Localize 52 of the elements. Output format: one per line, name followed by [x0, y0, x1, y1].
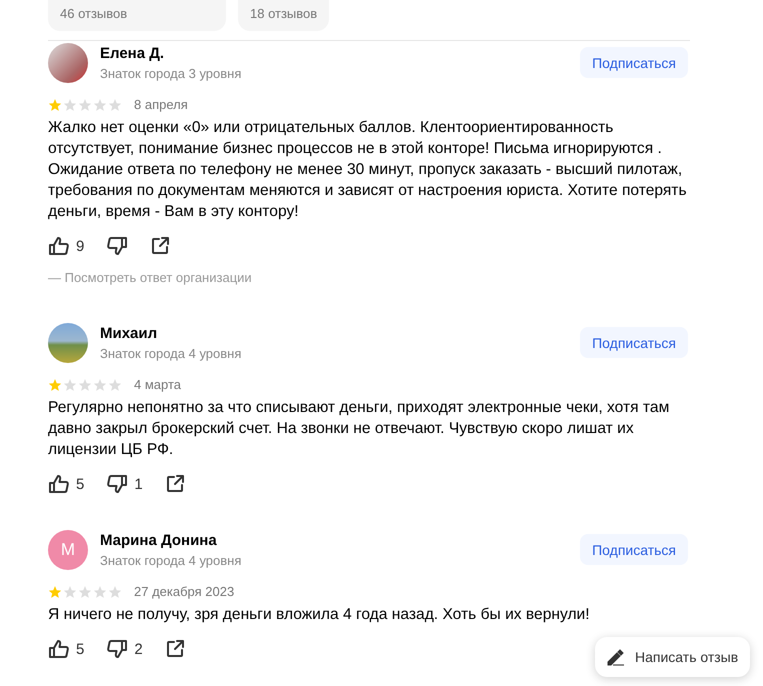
review-date: 4 марта	[134, 377, 181, 392]
review-date: 8 апреля	[134, 97, 188, 112]
star-icon	[108, 98, 122, 112]
review-count: 18 отзывов	[250, 6, 318, 21]
thumbs-down-icon[interactable]	[106, 473, 128, 495]
author-level: Знаток города 4 уровня	[100, 553, 242, 568]
subscribe-button[interactable]: Подписаться	[580, 327, 688, 358]
share-icon[interactable]	[164, 639, 185, 659]
star-icon	[48, 584, 62, 598]
review-text: Жалко нет оценки «0» или отрицательных баллов. Клентоориентированность отсутствует, понимание бизнес процессов не в этой конторе! Письма игнорируются . Ожидание ответа по телефону не менее 30 минут, пропуск заказать - высший пилотаж, требования по документам меняются и зависят от настроения юриста. Хотите потерять деньги, время - Вам в эту контору!	[48, 118, 688, 222]
author-name: Михаил	[100, 325, 158, 342]
dislike-count: 2	[134, 640, 143, 658]
review-text: Я ничего не получу, зря деньги вложила 4 года назад. Хоть бы их вернули!	[48, 605, 590, 625]
star-icon	[48, 98, 62, 112]
thumbs-down-icon[interactable]	[106, 235, 128, 257]
author-level: Знаток города 4 уровня	[100, 346, 242, 361]
star-icon	[78, 584, 92, 598]
star-icon	[63, 378, 77, 392]
star-icon	[48, 378, 62, 392]
review-date: 27 декабря 2023	[134, 584, 234, 599]
author-name: Марина Донина	[100, 532, 218, 549]
avatar: М	[48, 530, 88, 570]
thumbs-down-icon[interactable]	[106, 638, 128, 660]
dislike-count: 1	[134, 476, 143, 492]
star-icon	[93, 584, 107, 598]
star-icon	[78, 98, 92, 112]
review-text: Регулярно непонятно за что списывают деньги, приходят электронные чеки, хотя там давно закрыл брокерский счет. На звонки не отвечают. Чувствую скоро лишат их лицензии ЦБ РФ.	[48, 398, 670, 460]
write-review-button[interactable]: Написать отзыв	[595, 637, 750, 677]
pen-icon	[607, 648, 625, 666]
star-icon	[93, 98, 107, 112]
share-icon[interactable]	[164, 474, 185, 494]
author-level: Знаток города 3 уровня	[100, 66, 242, 81]
star-icon	[63, 98, 77, 112]
thumbs-up-icon[interactable]	[48, 638, 70, 660]
like-count: 9	[76, 238, 84, 254]
view-reply-link[interactable]: — Посмотреть ответ организации	[48, 270, 252, 285]
star-icon	[78, 378, 92, 392]
star-icon	[63, 584, 77, 598]
subscribe-button[interactable]: Подписаться	[580, 534, 688, 565]
thumbs-up-icon[interactable]	[48, 473, 70, 495]
thumbs-up-icon[interactable]	[48, 235, 70, 257]
subscribe-button[interactable]: Подписаться	[580, 47, 688, 78]
like-count: 5	[76, 476, 84, 492]
star-icon	[93, 378, 107, 392]
star-icon	[108, 584, 122, 598]
author-name: Елена Д.	[100, 45, 166, 62]
like-count: 5	[76, 640, 84, 658]
avatar-photo	[48, 323, 88, 363]
star-icon	[108, 378, 122, 392]
share-icon[interactable]	[150, 236, 170, 256]
avatar-photo	[48, 43, 88, 83]
review-count: 46 отзывов	[60, 6, 128, 21]
